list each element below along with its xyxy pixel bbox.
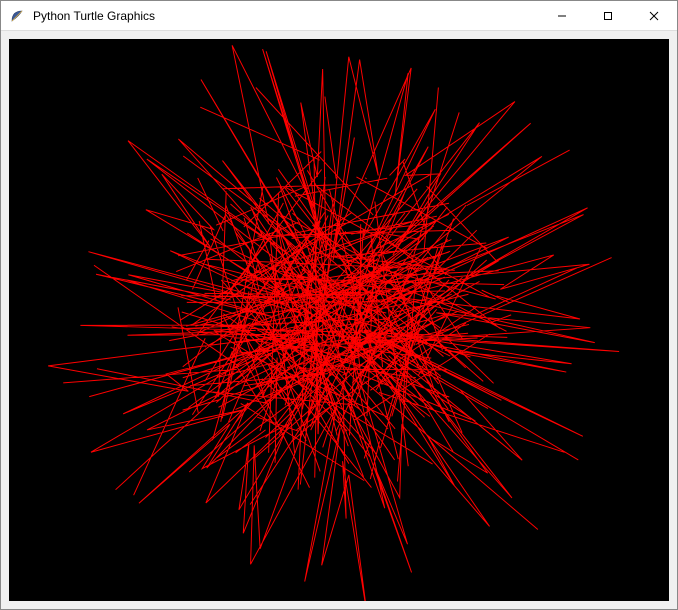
window-controls <box>539 1 677 30</box>
maximize-button[interactable] <box>585 1 631 30</box>
turtle-canvas <box>9 39 669 601</box>
turtle-feather-icon <box>9 8 25 24</box>
window-title: Python Turtle Graphics <box>31 9 539 23</box>
minimize-button[interactable] <box>539 1 585 30</box>
turtle-drawing <box>48 45 619 601</box>
turtle-canvas-frame <box>9 39 669 601</box>
close-button[interactable] <box>631 1 677 30</box>
titlebar[interactable]: Python Turtle Graphics <box>1 1 677 31</box>
client-area <box>1 31 677 609</box>
